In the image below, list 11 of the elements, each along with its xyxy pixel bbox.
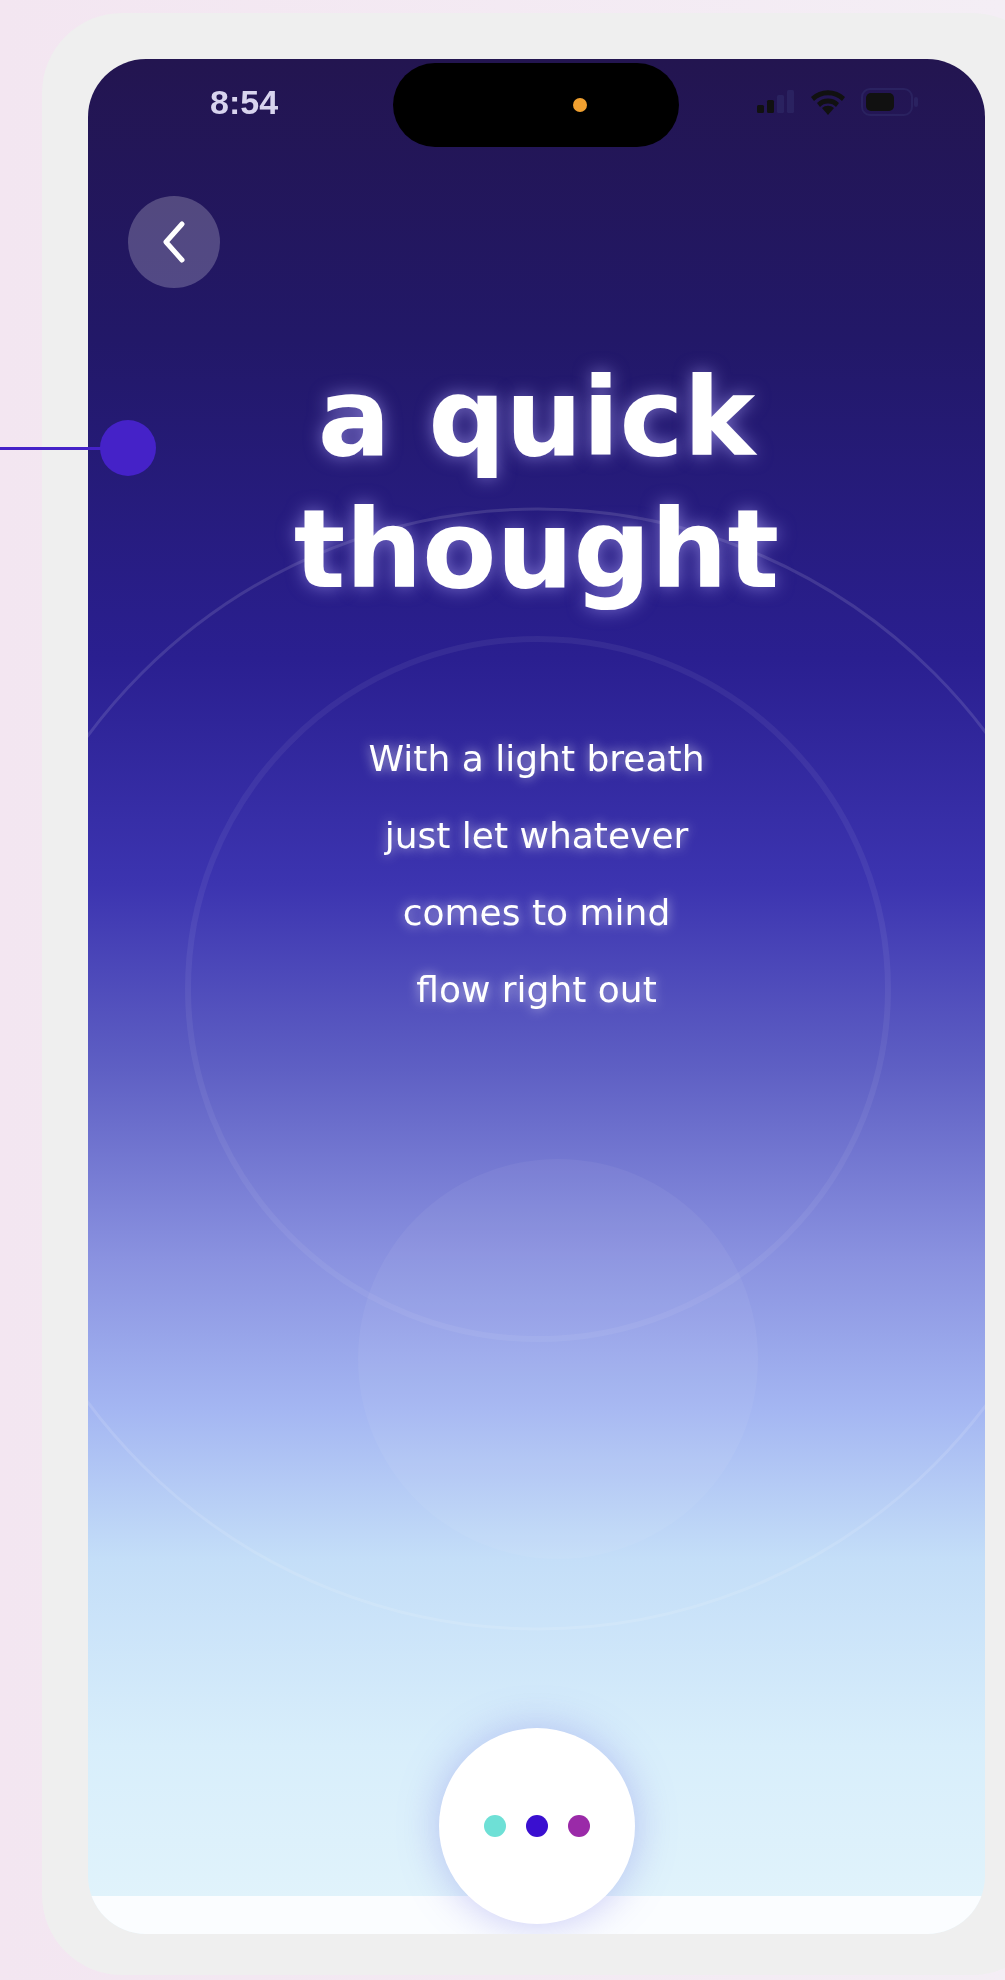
message-line: comes to mind	[401, 891, 672, 935]
indicator-icon	[573, 98, 587, 112]
wifi-icon	[809, 88, 847, 116]
signal-icon	[757, 90, 795, 114]
battery-icon	[861, 88, 919, 116]
title: a quick thought	[292, 354, 781, 614]
status-time: 8:54	[210, 82, 279, 122]
message-line: flow right out	[415, 968, 658, 1012]
message-line: just let whatever	[383, 814, 690, 858]
message-line: With a light breath	[367, 737, 706, 781]
back-icon	[161, 221, 187, 263]
